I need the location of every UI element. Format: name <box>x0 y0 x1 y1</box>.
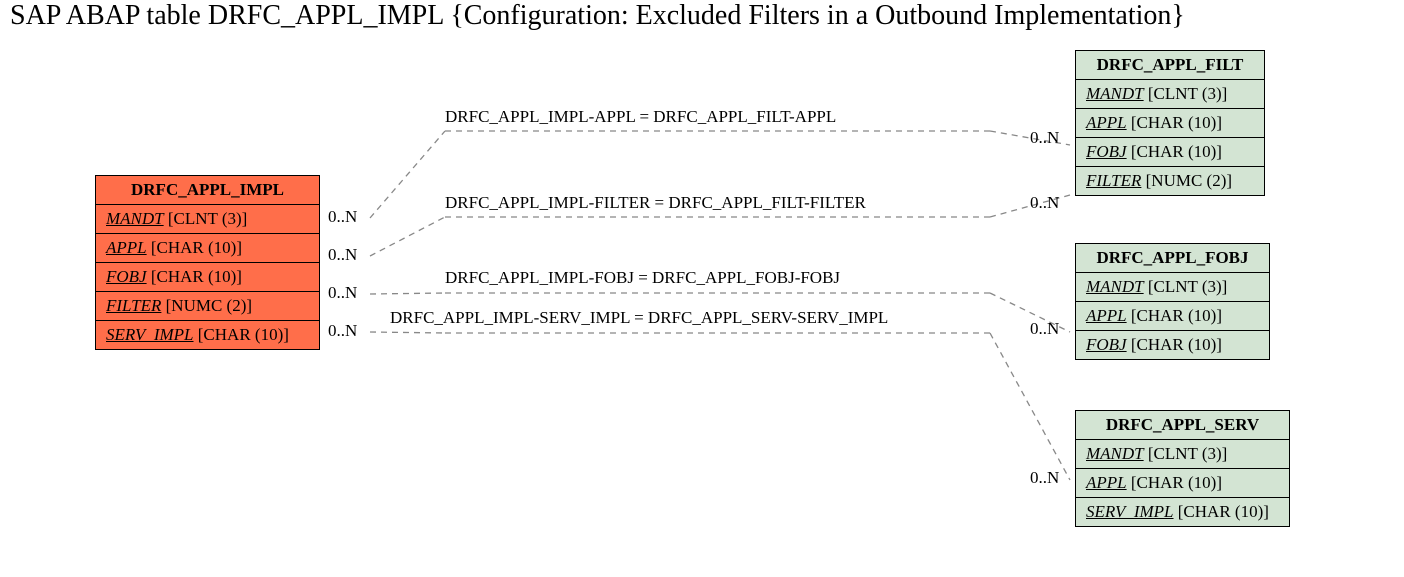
entity-drfc-appl-impl: DRFC_APPL_IMPL MANDT [CLNT (3)] APPL [CH… <box>95 175 320 350</box>
entity-field: FILTER [NUMC (2)] <box>1076 167 1264 195</box>
cardinality-label: 0..N <box>1030 193 1059 213</box>
cardinality-label: 0..N <box>1030 319 1059 339</box>
entity-field: SERV_IMPL [CHAR (10)] <box>96 321 319 349</box>
cardinality-label: 0..N <box>1030 468 1059 488</box>
entity-header: DRFC_APPL_IMPL <box>96 176 319 205</box>
entity-field: FOBJ [CHAR (10)] <box>1076 331 1269 359</box>
cardinality-label: 0..N <box>328 321 357 341</box>
cardinality-label: 0..N <box>328 207 357 227</box>
entity-field: APPL [CHAR (10)] <box>1076 302 1269 331</box>
entity-header: DRFC_APPL_FOBJ <box>1076 244 1269 273</box>
relationship-label: DRFC_APPL_IMPL-FOBJ = DRFC_APPL_FOBJ-FOB… <box>445 268 840 288</box>
page-title: SAP ABAP table DRFC_APPL_IMPL {Configura… <box>10 0 1185 32</box>
entity-field: FILTER [NUMC (2)] <box>96 292 319 321</box>
relationship-label: DRFC_APPL_IMPL-FILTER = DRFC_APPL_FILT-F… <box>445 193 866 213</box>
cardinality-label: 0..N <box>328 283 357 303</box>
cardinality-label: 0..N <box>328 245 357 265</box>
entity-field: MANDT [CLNT (3)] <box>96 205 319 234</box>
entity-field: FOBJ [CHAR (10)] <box>96 263 319 292</box>
entity-field: APPL [CHAR (10)] <box>96 234 319 263</box>
relationship-label: DRFC_APPL_IMPL-APPL = DRFC_APPL_FILT-APP… <box>445 107 836 127</box>
entity-header: DRFC_APPL_SERV <box>1076 411 1289 440</box>
entity-field: APPL [CHAR (10)] <box>1076 109 1264 138</box>
cardinality-label: 0..N <box>1030 128 1059 148</box>
entity-field: MANDT [CLNT (3)] <box>1076 440 1289 469</box>
relationship-label: DRFC_APPL_IMPL-SERV_IMPL = DRFC_APPL_SER… <box>390 308 888 328</box>
entity-field: MANDT [CLNT (3)] <box>1076 273 1269 302</box>
entity-field: SERV_IMPL [CHAR (10)] <box>1076 498 1289 526</box>
entity-field: FOBJ [CHAR (10)] <box>1076 138 1264 167</box>
entity-field: APPL [CHAR (10)] <box>1076 469 1289 498</box>
entity-header: DRFC_APPL_FILT <box>1076 51 1264 80</box>
entity-drfc-appl-serv: DRFC_APPL_SERV MANDT [CLNT (3)] APPL [CH… <box>1075 410 1290 527</box>
entity-field: MANDT [CLNT (3)] <box>1076 80 1264 109</box>
entity-drfc-appl-filt: DRFC_APPL_FILT MANDT [CLNT (3)] APPL [CH… <box>1075 50 1265 196</box>
entity-drfc-appl-fobj: DRFC_APPL_FOBJ MANDT [CLNT (3)] APPL [CH… <box>1075 243 1270 360</box>
